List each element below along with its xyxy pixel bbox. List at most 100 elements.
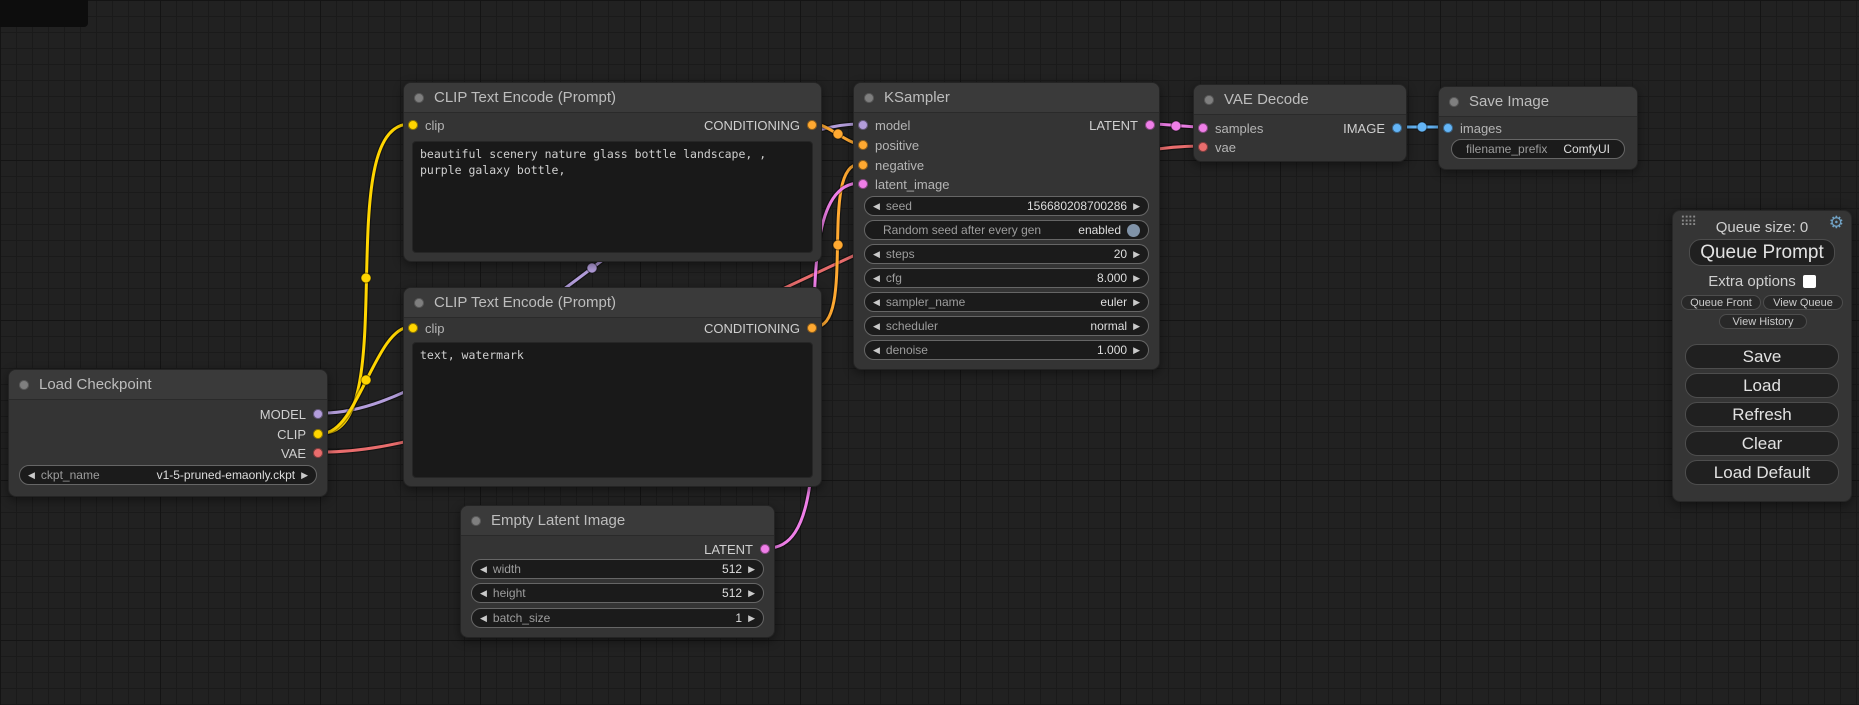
node-title: Empty Latent Image: [491, 512, 625, 529]
decrement-arrow-icon[interactable]: ◀: [873, 274, 880, 283]
input-slot-vae-row: vae: [1198, 137, 1236, 157]
increment-arrow-icon[interactable]: ▶: [1133, 202, 1140, 211]
widget-filename-prefix[interactable]: filename_prefix ComfyUI: [1451, 139, 1625, 159]
slot-label: CONDITIONING: [704, 118, 800, 133]
output-slot-model-row: MODEL: [260, 404, 323, 424]
node-title-bar[interactable]: CLIP Text Encode (Prompt): [404, 288, 821, 318]
increment-arrow-icon[interactable]: ▶: [1133, 250, 1140, 259]
output-slot-latent[interactable]: [760, 544, 770, 554]
settings-gear-icon[interactable]: ⚙: [1829, 213, 1844, 233]
node-status-dot: [414, 93, 424, 103]
input-slot-samples[interactable]: [1198, 123, 1208, 133]
refresh-button[interactable]: Refresh: [1685, 402, 1839, 427]
node-clip-text-encode-negative[interactable]: CLIP Text Encode (Prompt) clip CONDITION…: [403, 287, 822, 487]
output-slot-conditioning[interactable]: [807, 120, 817, 130]
increment-arrow-icon[interactable]: ▶: [301, 471, 308, 480]
decrement-arrow-icon[interactable]: ◀: [480, 589, 487, 598]
slot-label: LATENT: [1089, 118, 1138, 133]
slot-label: positive: [875, 138, 919, 153]
view-queue-button[interactable]: View Queue: [1763, 295, 1843, 310]
increment-arrow-icon[interactable]: ▶: [1133, 346, 1140, 355]
node-status-dot: [864, 93, 874, 103]
node-title-bar[interactable]: VAE Decode: [1194, 85, 1406, 115]
decrement-arrow-icon[interactable]: ◀: [873, 298, 880, 307]
node-title-bar[interactable]: CLIP Text Encode (Prompt): [404, 83, 821, 113]
decrement-arrow-icon[interactable]: ◀: [480, 614, 487, 623]
link-midpoint-dot: [1417, 122, 1427, 132]
extra-options-label: Extra options: [1708, 273, 1796, 290]
widget-batch-size[interactable]: ◀ batch_size 1 ▶: [471, 608, 764, 628]
decrement-arrow-icon[interactable]: ◀: [480, 565, 487, 574]
widget-random-seed-toggle[interactable]: Random seed after every gen enabled: [864, 220, 1149, 240]
widget-steps[interactable]: ◀ steps 20 ▶: [864, 244, 1149, 264]
link-midpoint-dot: [833, 129, 843, 139]
queue-size-label: Queue size: 0: [1673, 219, 1851, 236]
input-slot-negative[interactable]: [858, 160, 868, 170]
increment-arrow-icon[interactable]: ▶: [748, 614, 755, 623]
save-button[interactable]: Save: [1685, 344, 1839, 369]
node-save-image[interactable]: Save Image images filename_prefix ComfyU…: [1438, 86, 1638, 170]
increment-arrow-icon[interactable]: ▶: [1133, 274, 1140, 283]
input-slot-clip[interactable]: [408, 323, 418, 333]
widget-height[interactable]: ◀ height 512 ▶: [471, 583, 764, 603]
decrement-arrow-icon[interactable]: ◀: [873, 202, 880, 211]
node-ksampler[interactable]: KSampler model positive negative latent_…: [853, 82, 1160, 370]
widget-cfg[interactable]: ◀ cfg 8.000 ▶: [864, 268, 1149, 288]
widget-label: batch_size: [493, 611, 550, 625]
node-clip-text-encode-positive[interactable]: CLIP Text Encode (Prompt) clip CONDITION…: [403, 82, 822, 262]
widget-label: filename_prefix: [1466, 142, 1547, 156]
prompt-textarea[interactable]: text, watermark: [412, 342, 813, 478]
decrement-arrow-icon[interactable]: ◀: [28, 471, 35, 480]
output-slot-latent-row: LATENT: [1089, 115, 1155, 135]
increment-arrow-icon[interactable]: ▶: [748, 589, 755, 598]
widget-ckpt-name[interactable]: ◀ ckpt_name v1-5-pruned-emaonly.ckpt ▶: [19, 465, 317, 485]
increment-arrow-icon[interactable]: ▶: [1133, 322, 1140, 331]
slot-label: CLIP: [277, 427, 306, 442]
increment-arrow-icon[interactable]: ▶: [1133, 298, 1140, 307]
link-midpoint-dot: [1171, 121, 1181, 131]
decrement-arrow-icon[interactable]: ◀: [873, 322, 880, 331]
input-slot-positive[interactable]: [858, 140, 868, 150]
widget-denoise[interactable]: ◀ denoise 1.000 ▶: [864, 340, 1149, 360]
widget-value: 20: [1114, 247, 1127, 261]
extra-options-checkbox[interactable]: [1803, 275, 1816, 288]
output-slot-conditioning[interactable]: [807, 323, 817, 333]
node-title-bar[interactable]: Load Checkpoint: [9, 370, 327, 400]
input-slot-model[interactable]: [858, 120, 868, 130]
widget-seed[interactable]: ◀ seed 156680208700286 ▶: [864, 196, 1149, 216]
slot-label: VAE: [281, 446, 306, 461]
widget-width[interactable]: ◀ width 512 ▶: [471, 559, 764, 579]
output-slot-clip[interactable]: [313, 429, 323, 439]
decrement-arrow-icon[interactable]: ◀: [873, 250, 880, 259]
node-status-dot: [414, 298, 424, 308]
clear-button[interactable]: Clear: [1685, 431, 1839, 456]
load-default-button[interactable]: Load Default: [1685, 460, 1839, 485]
node-title-bar[interactable]: Save Image: [1439, 87, 1637, 117]
widget-label: Random seed after every gen: [883, 223, 1041, 237]
increment-arrow-icon[interactable]: ▶: [748, 565, 755, 574]
output-slot-vae[interactable]: [313, 448, 323, 458]
output-slot-image[interactable]: [1392, 123, 1402, 133]
node-title: VAE Decode: [1224, 91, 1309, 108]
input-slot-negative-row: negative: [858, 155, 924, 175]
node-empty-latent-image[interactable]: Empty Latent Image LATENT ◀ width 512 ▶ …: [460, 505, 775, 638]
node-title-bar[interactable]: KSampler: [854, 83, 1159, 113]
load-button[interactable]: Load: [1685, 373, 1839, 398]
input-slot-latent-image[interactable]: [858, 179, 868, 189]
view-history-button[interactable]: View History: [1719, 314, 1807, 329]
output-slot-latent[interactable]: [1145, 120, 1155, 130]
input-slot-clip[interactable]: [408, 120, 418, 130]
widget-scheduler[interactable]: ◀ scheduler normal ▶: [864, 316, 1149, 336]
prompt-textarea[interactable]: beautiful scenery nature glass bottle la…: [412, 141, 813, 253]
input-slot-images[interactable]: [1443, 123, 1453, 133]
output-slot-model[interactable]: [313, 409, 323, 419]
input-slot-vae[interactable]: [1198, 142, 1208, 152]
queue-prompt-button[interactable]: Queue Prompt: [1689, 239, 1835, 266]
decrement-arrow-icon[interactable]: ◀: [873, 346, 880, 355]
widget-sampler-name[interactable]: ◀ sampler_name euler ▶: [864, 292, 1149, 312]
toggle-dot-icon[interactable]: [1127, 224, 1140, 237]
node-title-bar[interactable]: Empty Latent Image: [461, 506, 774, 536]
node-load-checkpoint[interactable]: Load Checkpoint MODEL CLIP VAE ◀ ckpt_na…: [8, 369, 328, 497]
queue-front-button[interactable]: Queue Front: [1681, 295, 1761, 310]
node-vae-decode[interactable]: VAE Decode samples vae IMAGE: [1193, 84, 1407, 162]
